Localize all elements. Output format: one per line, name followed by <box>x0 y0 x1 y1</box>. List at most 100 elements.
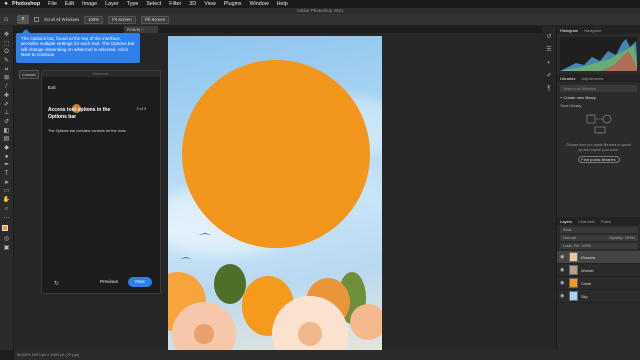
quick-select-tool-icon[interactable]: ✎ <box>3 58 11 64</box>
library-search-input[interactable]: Search all libraries <box>560 85 637 92</box>
menu-edit[interactable]: Edit <box>65 1 74 7</box>
blend-mode-select[interactable]: Normal <box>563 235 576 241</box>
stamp-tool-icon[interactable]: ⊥ <box>3 110 11 116</box>
apple-icon[interactable]: ● <box>0 1 12 7</box>
libraries-tabs: Libraries Adjustments <box>557 74 640 82</box>
document-canvas[interactable] <box>168 36 382 354</box>
visibility-eye-icon[interactable]: ◉ <box>560 254 566 260</box>
fill-screen-button[interactable]: Fill Screen <box>140 15 170 24</box>
adjust-icon[interactable]: ◐ <box>546 60 553 67</box>
library-illustration-icon <box>586 114 612 134</box>
tab-layers[interactable]: Layers <box>560 219 572 224</box>
marquee-tool-icon[interactable]: ⬚ <box>3 41 11 47</box>
paragraph-icon[interactable]: ¶ <box>546 86 553 93</box>
contact-button[interactable]: Contact <box>19 70 39 79</box>
home-icon[interactable]: ⌂ <box>4 16 12 24</box>
visibility-eye-icon[interactable]: ◉ <box>560 267 566 273</box>
opacity-field[interactable]: Opacity: 100% <box>609 235 635 241</box>
create-library-link[interactable]: + Create new library <box>560 95 637 100</box>
menu-layer[interactable]: Layer <box>105 1 119 7</box>
discover-header: Discover <box>42 71 160 77</box>
screen-mode-icon[interactable]: ▣ <box>3 245 11 251</box>
layers-tabs: Layers Channels Paths <box>557 217 640 225</box>
menu-file[interactable]: File <box>48 1 57 7</box>
tab-channels[interactable]: Channels <box>578 219 595 224</box>
layer-row[interactable]: ◉ Flowers <box>557 251 640 264</box>
tab-histogram[interactable]: Histogram <box>560 28 578 33</box>
status-bar: 50.68% 1920 px x 1920 px (72 ppi) <box>14 350 640 360</box>
pen-tool-icon[interactable]: ✒ <box>3 162 11 168</box>
scroll-all-checkbox[interactable] <box>34 17 39 22</box>
history-brush-tool-icon[interactable]: ↺ <box>3 119 11 125</box>
layer-name: Circle <box>581 280 592 286</box>
panel-icon-strip: ↺ ☰ ◐ ✐ ¶ <box>542 26 556 350</box>
next-button[interactable]: Next <box>128 277 152 287</box>
tab-adjustments[interactable]: Adjustments <box>581 76 603 81</box>
menu-image[interactable]: Image <box>82 1 97 7</box>
gradient-tool-icon[interactable]: ▤ <box>3 136 11 142</box>
layer-row[interactable]: ◉ Sky <box>557 290 640 303</box>
layers-panel: Layers Channels Paths Kind Normal Opacit… <box>557 217 640 303</box>
layer-thumbnail <box>569 252 578 262</box>
bird-icon <box>198 233 212 235</box>
histogram-graph <box>560 37 637 71</box>
histogram-curve <box>560 39 637 71</box>
visibility-eye-icon[interactable]: ◉ <box>560 280 566 286</box>
dodge-tool-icon[interactable]: ● <box>3 154 11 160</box>
menu-3d[interactable]: 3D <box>189 1 196 7</box>
healing-tool-icon[interactable]: ✚ <box>3 93 11 99</box>
eyedropper-tool-icon[interactable]: ⁄ <box>3 84 11 90</box>
type-tool-icon[interactable]: T <box>3 171 11 177</box>
crop-tool-icon[interactable]: ⌗ <box>3 67 11 73</box>
history-icon[interactable]: ↺ <box>546 34 553 41</box>
tab-paths[interactable]: Paths <box>601 219 611 224</box>
lasso-tool-icon[interactable]: ʘ <box>3 49 11 55</box>
fit-screen-button[interactable]: Fit Screen <box>108 15 136 24</box>
shape-tool-icon[interactable]: ▭ <box>3 188 11 194</box>
layer-row[interactable]: ◉ Worker <box>557 264 640 277</box>
your-library-item[interactable]: Your Library <box>560 103 637 108</box>
color-swatches[interactable] <box>2 225 11 235</box>
eraser-tool-icon[interactable]: ◧ <box>3 128 11 134</box>
lock-fill-row[interactable]: Lock: Fill: 100% <box>560 243 638 249</box>
libraries-panel: Search all libraries + Create new librar… <box>557 85 640 163</box>
tab-navigator[interactable]: Navigator <box>584 28 601 33</box>
step-counter: 3 of 3 <box>136 107 147 111</box>
zoom-tool-icon[interactable]: ⌕ <box>3 206 11 212</box>
exit-button[interactable]: Exit <box>48 85 56 90</box>
menu-view[interactable]: View <box>204 1 216 7</box>
previous-button[interactable]: Previous <box>100 279 118 284</box>
discover-panel: Discover Exit Access tool options in the… <box>41 70 161 294</box>
restart-icon[interactable]: ↻ <box>54 280 59 287</box>
blend-row: Normal Opacity: 100% <box>560 235 638 241</box>
foreground-color[interactable] <box>2 225 8 232</box>
layer-row[interactable]: ◉ Circle <box>557 277 640 290</box>
menu-select[interactable]: Select <box>146 1 161 7</box>
tab-libraries[interactable]: Libraries <box>560 76 575 81</box>
menu-app-name[interactable]: Photoshop <box>12 1 40 7</box>
menu-type[interactable]: Type <box>127 1 139 7</box>
zoom-percent-button[interactable]: 100% <box>84 15 104 24</box>
more-tools-icon[interactable]: … <box>3 214 11 220</box>
menu-help[interactable]: Help <box>277 1 288 7</box>
zoom-tool-icon[interactable]: ⌕ <box>17 15 29 24</box>
menu-plugins[interactable]: Plugins <box>224 1 242 7</box>
layer-thumbnail <box>569 291 578 301</box>
blur-tool-icon[interactable]: ◆ <box>3 145 11 151</box>
visibility-eye-icon[interactable]: ◉ <box>560 293 566 299</box>
menu-filter[interactable]: Filter <box>169 1 181 7</box>
properties-icon[interactable]: ☰ <box>546 47 553 54</box>
find-libraries-button[interactable]: Find public libraries <box>577 156 620 163</box>
menu-window[interactable]: Window <box>249 1 268 7</box>
brush-settings-icon[interactable]: ✐ <box>546 73 553 80</box>
document-tab[interactable]: RGB/8) * <box>124 26 158 33</box>
quick-mask-icon[interactable]: ◎ <box>3 236 11 242</box>
brush-tool-icon[interactable]: ✐ <box>3 102 11 108</box>
tools-panel: ✥ ⬚ ʘ ✎ ⌗ ⊠ ⁄ ✚ ✐ ⊥ ↺ ◧ ▤ ◆ ● ✒ T ➤ ▭ ✋ … <box>0 26 14 350</box>
frame-tool-icon[interactable]: ⊠ <box>3 75 11 81</box>
layer-thumbnail <box>569 265 578 275</box>
move-tool-icon[interactable]: ✥ <box>3 32 11 38</box>
path-select-tool-icon[interactable]: ➤ <box>3 180 11 186</box>
layer-filter-kind[interactable]: Kind <box>560 227 638 233</box>
hand-tool-icon[interactable]: ✋ <box>3 197 11 203</box>
